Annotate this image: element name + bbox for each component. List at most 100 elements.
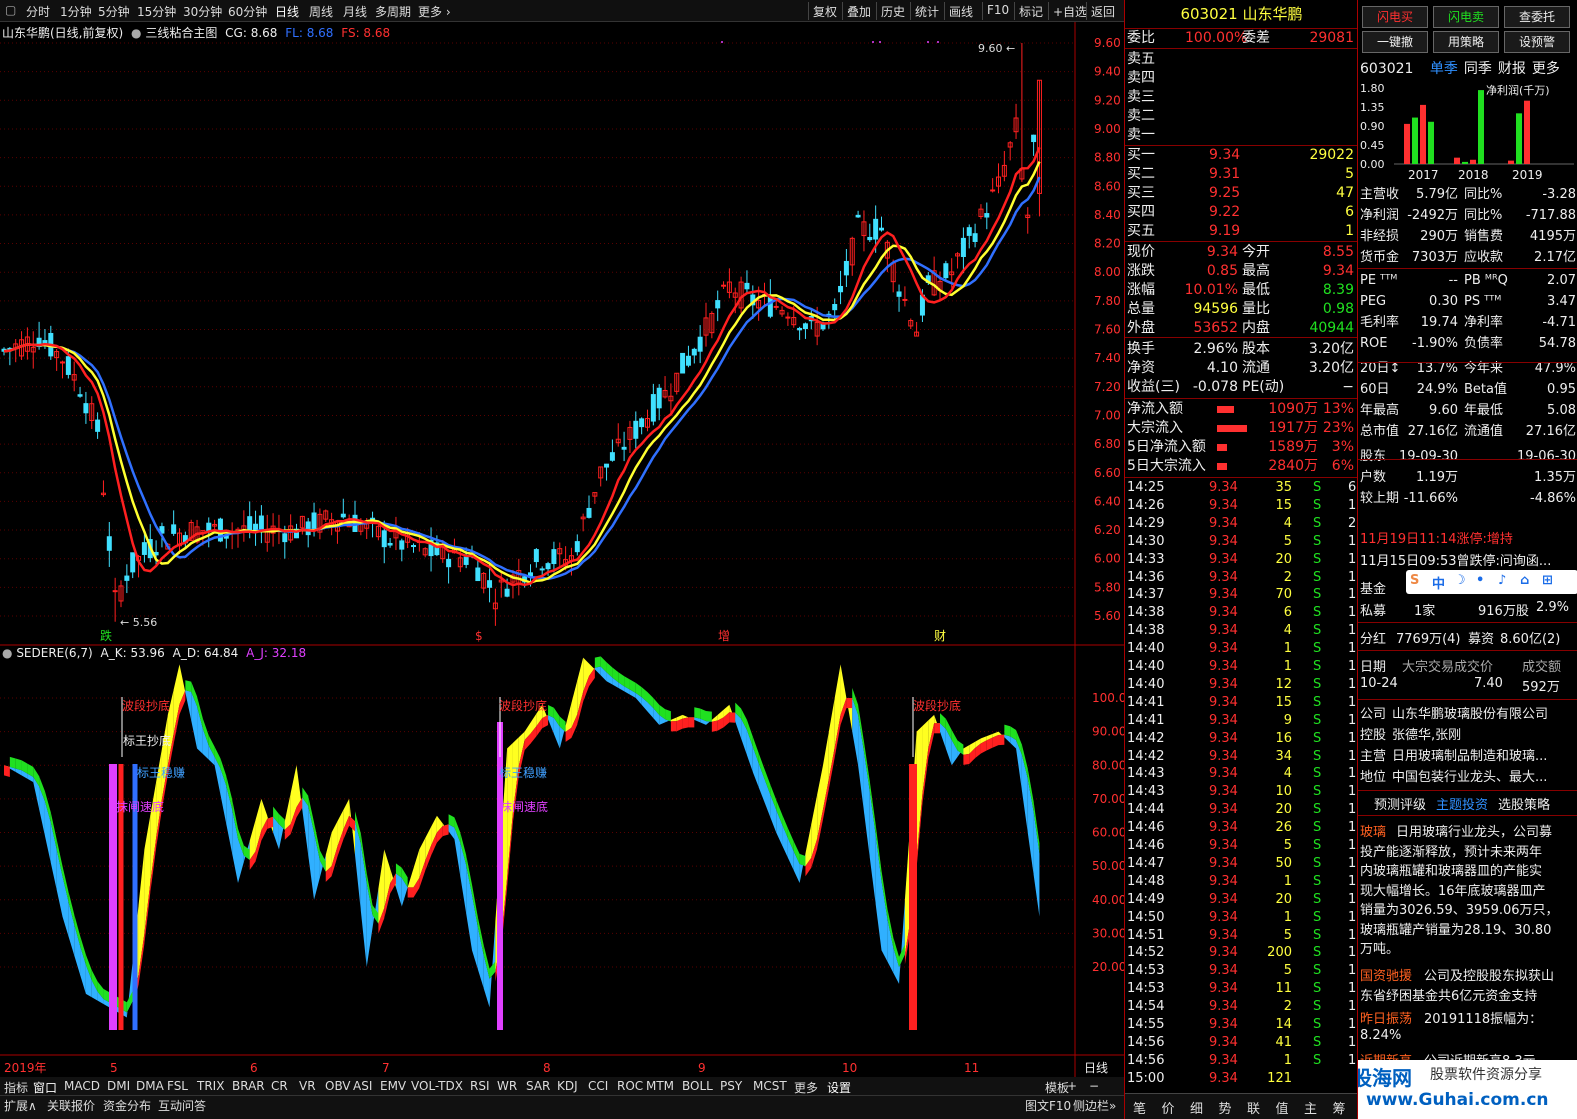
candle[interactable] bbox=[305, 521, 311, 536]
candle[interactable] bbox=[77, 394, 83, 397]
toolbar-6[interactable]: 日线 bbox=[275, 3, 299, 20]
quote-tab-4[interactable]: 联 bbox=[1247, 1098, 1260, 1117]
fin-tab-3[interactable]: 更多 bbox=[1532, 61, 1560, 77]
indicator-tab-WR[interactable]: WR bbox=[497, 1079, 517, 1093]
candle[interactable] bbox=[984, 213, 990, 218]
sub-toggle-icon[interactable]: ● bbox=[2, 646, 12, 660]
quote-tab-3[interactable]: 势 bbox=[1219, 1098, 1232, 1117]
indicator-tab-ASI[interactable]: ASI bbox=[353, 1079, 372, 1093]
indicator-tab-更多[interactable]: 更多 bbox=[794, 1079, 818, 1096]
toolbar-4[interactable]: 30分钟 bbox=[183, 3, 222, 20]
indicator-tab-MTM[interactable]: MTM bbox=[646, 1079, 674, 1093]
toolbar-right-1[interactable]: 叠加 bbox=[847, 3, 871, 20]
candle[interactable] bbox=[879, 227, 884, 231]
template-control-1[interactable]: + bbox=[1067, 1079, 1077, 1093]
candle[interactable] bbox=[896, 291, 902, 297]
candle[interactable] bbox=[680, 352, 686, 374]
candle[interactable] bbox=[838, 285, 844, 293]
toolbar-0[interactable]: 分时 bbox=[26, 3, 50, 20]
indicator-tab-TRIX[interactable]: TRIX bbox=[197, 1079, 224, 1093]
candle[interactable] bbox=[381, 530, 387, 548]
toolbar-9[interactable]: 多周期 bbox=[375, 3, 411, 20]
ime-icon[interactable]: ☽ bbox=[1454, 573, 1466, 588]
trade-button-0[interactable]: 闪电买 bbox=[1362, 6, 1428, 28]
indicator-tab-RSI[interactable]: RSI bbox=[470, 1079, 490, 1093]
candle[interactable] bbox=[785, 316, 791, 319]
toolbar-right-7[interactable]: +自选 bbox=[1053, 3, 1087, 20]
candle[interactable] bbox=[960, 237, 966, 258]
candle[interactable] bbox=[1031, 134, 1037, 143]
candle[interactable] bbox=[112, 590, 118, 593]
quote-tab-1[interactable]: 价 bbox=[1162, 1098, 1175, 1117]
candle[interactable] bbox=[574, 541, 580, 553]
toolbar-right-3[interactable]: 统计 bbox=[915, 3, 939, 20]
trade-button-3[interactable]: 一键撤 bbox=[1362, 31, 1428, 53]
candle[interactable] bbox=[282, 533, 288, 543]
fin-tab-1[interactable]: 同季 bbox=[1464, 61, 1492, 77]
candle[interactable] bbox=[95, 419, 101, 432]
candle[interactable] bbox=[475, 567, 481, 582]
candle[interactable] bbox=[773, 305, 779, 308]
quote-tab-2[interactable]: 细 bbox=[1190, 1098, 1203, 1117]
theme-tab-1[interactable]: 主题投资 bbox=[1436, 794, 1488, 813]
candle[interactable] bbox=[802, 323, 808, 330]
kline-chart-area[interactable]: 9.60 9.40 9.20 9.00 8.80 8.60 8.40 8.20 8.00 7.80… bbox=[0, 22, 1124, 1077]
candle[interactable] bbox=[621, 446, 627, 450]
ime-icon[interactable]: ♪ bbox=[1498, 573, 1506, 588]
ime-icon[interactable]: ⊞ bbox=[1542, 573, 1553, 588]
indicator-tab-DMA[interactable]: DMA bbox=[136, 1079, 164, 1093]
toolbar-10[interactable]: 更多 › bbox=[418, 3, 451, 20]
candle[interactable] bbox=[966, 227, 972, 236]
quote-tab-7[interactable]: 筹 bbox=[1333, 1098, 1346, 1117]
fin-tab-0[interactable]: 单季 bbox=[1430, 61, 1458, 77]
toolbar-5[interactable]: 60分钟 bbox=[228, 3, 267, 20]
candle[interactable] bbox=[697, 336, 703, 352]
indicator-tab-ROC[interactable]: ROC bbox=[617, 1079, 643, 1093]
candle[interactable] bbox=[247, 516, 253, 532]
candle[interactable] bbox=[650, 394, 656, 422]
layout-icon[interactable]: ▢ bbox=[5, 3, 16, 17]
indicator-tab-设置[interactable]: 设置 bbox=[827, 1079, 851, 1096]
toolbar-right-8[interactable]: 返回 bbox=[1091, 3, 1115, 20]
template-control-0[interactable]: 模板 bbox=[1045, 1079, 1069, 1096]
sub-tab-f10[interactable]: 图文F10 bbox=[1025, 1097, 1071, 1114]
indicator-tab-VR[interactable]: VR bbox=[299, 1079, 316, 1093]
candle[interactable] bbox=[141, 542, 147, 555]
candle[interactable] bbox=[721, 284, 727, 287]
ime-icon[interactable]: ⌂ bbox=[1520, 573, 1529, 588]
candle[interactable] bbox=[767, 295, 773, 317]
sub-tab-0[interactable]: 扩展∧ bbox=[4, 1097, 37, 1114]
candle[interactable] bbox=[340, 513, 346, 518]
candle[interactable] bbox=[83, 403, 89, 414]
indicator-tab-VOL-TDX[interactable]: VOL-TDX bbox=[411, 1079, 463, 1093]
candle[interactable] bbox=[797, 327, 803, 331]
sub-tab-3[interactable]: 互动问答 bbox=[158, 1097, 206, 1114]
candle[interactable] bbox=[411, 545, 416, 548]
quote-tab-0[interactable]: 笔 bbox=[1133, 1098, 1146, 1117]
toolbar-right-2[interactable]: 历史 bbox=[881, 3, 905, 20]
template-control-2[interactable]: − bbox=[1089, 1079, 1099, 1093]
trade-button-5[interactable]: 设预警 bbox=[1504, 31, 1570, 53]
candle[interactable] bbox=[253, 523, 259, 531]
candle[interactable] bbox=[715, 300, 721, 309]
indicator-tab-SAR[interactable]: SAR bbox=[526, 1079, 550, 1093]
indicator-tab-OBV[interactable]: OBV bbox=[325, 1079, 351, 1093]
candle[interactable] bbox=[639, 418, 645, 428]
toolbar-1[interactable]: 1分钟 bbox=[60, 3, 92, 20]
indicator-tab-DMI[interactable]: DMI bbox=[107, 1079, 130, 1093]
theme-tag[interactable]: 玻璃 bbox=[1360, 821, 1386, 840]
trade-button-2[interactable]: 查委托 bbox=[1504, 6, 1570, 28]
quote-tab-5[interactable]: 值 bbox=[1276, 1098, 1289, 1117]
ime-icon[interactable]: S bbox=[1410, 573, 1419, 588]
indicator-tab-PSY[interactable]: PSY bbox=[720, 1079, 742, 1093]
news-limit-up[interactable]: 11月19日11:14涨停:增持 bbox=[1360, 528, 1513, 547]
candle[interactable] bbox=[258, 515, 264, 530]
toolbar-7[interactable]: 周线 bbox=[309, 3, 333, 20]
candle[interactable] bbox=[463, 556, 469, 565]
candle[interactable] bbox=[855, 214, 861, 218]
indicator-tab-MCST[interactable]: MCST bbox=[753, 1079, 787, 1093]
candle[interactable] bbox=[609, 452, 615, 461]
candle[interactable] bbox=[60, 361, 65, 364]
candle[interactable] bbox=[586, 507, 592, 518]
toolbar-right-4[interactable]: 画线 bbox=[949, 3, 973, 20]
